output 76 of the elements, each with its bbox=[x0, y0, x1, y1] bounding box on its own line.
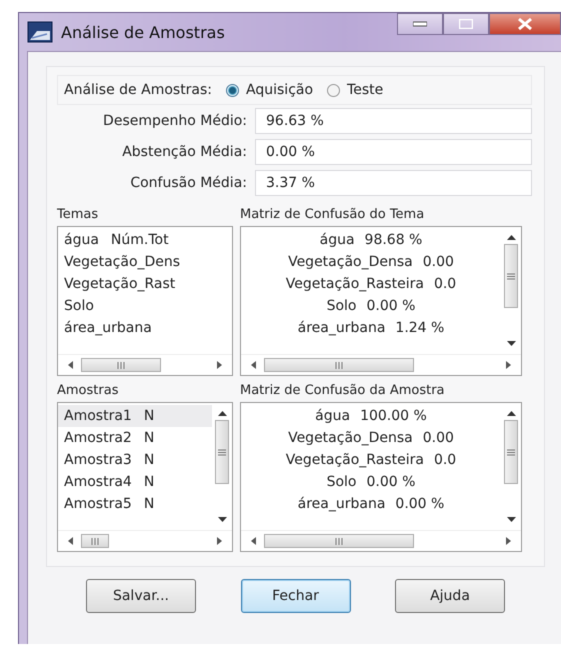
close-button[interactable] bbox=[489, 13, 561, 35]
mode-label: Análise de Amostras: bbox=[64, 82, 212, 98]
scroll-thumb[interactable] bbox=[504, 420, 518, 484]
scroll-thumb[interactable] bbox=[264, 534, 414, 548]
matrix-row-text: água 100.00 % bbox=[314, 407, 428, 426]
window-title: Análise de Amostras bbox=[61, 22, 225, 42]
up-arrow-icon bbox=[506, 235, 516, 240]
dialog-button[interactable]: Fechar bbox=[240, 579, 350, 613]
grip-icon bbox=[91, 538, 99, 544]
list-item[interactable]: Vegetação_Dens bbox=[58, 251, 232, 273]
left-arrow-icon bbox=[68, 361, 73, 369]
minimize-icon bbox=[413, 21, 427, 27]
list-item[interactable]: Amostra1 N bbox=[58, 405, 212, 427]
list-item[interactable]: Amostra5 N bbox=[58, 493, 212, 515]
maximize-icon bbox=[459, 19, 473, 29]
horizontal-scrollbar[interactable] bbox=[58, 354, 232, 375]
value-field[interactable]: 3.37 % bbox=[255, 170, 532, 196]
scroll-thumb[interactable] bbox=[264, 358, 414, 372]
list-item[interactable]: água Núm.Tot bbox=[58, 229, 232, 251]
horizontal-scrollbar[interactable] bbox=[241, 354, 521, 375]
radio-option[interactable]: Teste bbox=[327, 82, 384, 98]
field-label: Confusão Média: bbox=[129, 174, 248, 190]
dialog-button[interactable]: Ajuda bbox=[395, 579, 505, 613]
list-item[interactable]: Vegetação_Rast bbox=[58, 273, 232, 295]
grip-icon bbox=[335, 538, 343, 544]
down-arrow-icon bbox=[506, 517, 516, 522]
right-arrow-icon bbox=[506, 537, 511, 545]
down-arrow-icon bbox=[506, 341, 516, 346]
grip-icon bbox=[507, 272, 515, 280]
matrix-row-text: Vegetação_Rasteira 0.0 bbox=[284, 451, 458, 470]
panel-title: Amostras bbox=[57, 382, 120, 400]
scroll-thumb[interactable] bbox=[81, 358, 161, 372]
radio-option[interactable]: Aquisição bbox=[226, 82, 314, 98]
list-item[interactable]: Solo bbox=[58, 295, 232, 317]
grip-icon bbox=[117, 362, 125, 368]
scroll-thumb[interactable] bbox=[81, 534, 109, 548]
matrix-row-text: Solo 0.00 % bbox=[326, 297, 416, 316]
scroll-thumb[interactable] bbox=[504, 244, 518, 308]
left-arrow-icon bbox=[251, 361, 256, 369]
down-arrow-icon bbox=[218, 517, 226, 522]
horizontal-scrollbar[interactable] bbox=[58, 530, 232, 551]
matrix-row-text: Solo 0.00 % bbox=[326, 473, 416, 492]
right-arrow-icon bbox=[217, 361, 222, 369]
list-item[interactable]: Amostra3 N bbox=[58, 449, 212, 471]
right-arrow-icon bbox=[217, 537, 222, 545]
close-icon bbox=[517, 17, 533, 31]
left-arrow-icon bbox=[68, 537, 73, 545]
grip-icon bbox=[507, 448, 515, 456]
maximize-button[interactable] bbox=[443, 13, 489, 35]
panel-title: Temas bbox=[57, 206, 100, 224]
right-arrow-icon bbox=[506, 361, 511, 369]
matrix-row-text: área_urbana 1.24 % bbox=[296, 319, 446, 338]
up-arrow-icon bbox=[218, 411, 226, 416]
list-item[interactable]: Amostra2 N bbox=[58, 427, 212, 449]
field-label: Abstenção Média: bbox=[121, 144, 248, 160]
matrix-row-text: área_urbana 0.00 % bbox=[296, 495, 446, 514]
matrix-row-text: Vegetação_Rasteira 0.0 bbox=[284, 275, 458, 294]
panel-title: Matriz de Confusão do Tema bbox=[240, 206, 426, 224]
scroll-thumb[interactable] bbox=[215, 420, 229, 484]
grip-icon bbox=[335, 362, 343, 368]
matrix-row-text: Vegetação_Densa 0.00 bbox=[287, 429, 455, 448]
dialog-button[interactable]: Salvar... bbox=[86, 579, 196, 613]
panel-title: Matriz de Confusão da Amostra bbox=[240, 382, 446, 400]
left-arrow-icon bbox=[251, 537, 256, 545]
value-field[interactable]: 0.00 % bbox=[255, 138, 532, 164]
app-icon bbox=[27, 21, 53, 43]
value-field[interactable]: 96.63 % bbox=[255, 108, 532, 134]
list-item[interactable]: área_urbana bbox=[58, 317, 232, 339]
horizontal-scrollbar[interactable] bbox=[241, 530, 521, 551]
matrix-row-text: água 98.68 % bbox=[318, 231, 424, 250]
up-arrow-icon bbox=[506, 411, 516, 416]
matrix-row-text: Vegetação_Densa 0.00 bbox=[287, 253, 455, 272]
field-label: Desempenho Médio: bbox=[102, 112, 248, 128]
grip-icon bbox=[218, 448, 226, 456]
minimize-button[interactable] bbox=[397, 13, 443, 35]
list-item[interactable]: Amostra4 N bbox=[58, 471, 212, 493]
